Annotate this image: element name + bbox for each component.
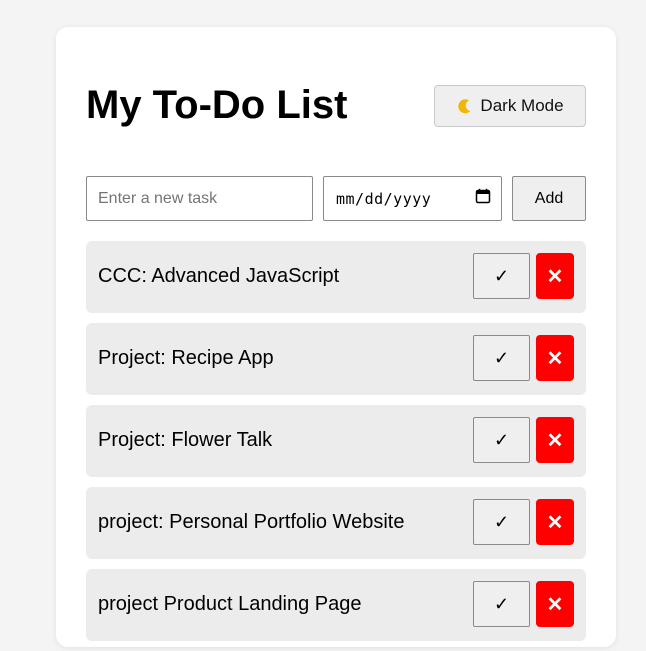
list-item: CCC: Advanced JavaScript ✓ ✕ [86,241,586,313]
task-list: CCC: Advanced JavaScript ✓ ✕ Project: Re… [86,241,586,651]
checkmark-icon: ✓ [493,265,510,286]
task-text: Project: Flower Talk [98,429,273,451]
task-input[interactable] [86,176,313,221]
close-icon: ✕ [546,347,564,370]
checkmark-icon: ✓ [493,593,510,614]
close-icon: ✕ [546,429,564,452]
complete-task-button[interactable]: ✓ [473,581,530,627]
task-text: CCC: Advanced JavaScript [98,265,340,287]
new-task-form: mm/dd/yyyy Add [86,176,586,221]
checkmark-icon: ✓ [493,429,510,450]
list-item: Project: Flower Talk ✓ ✕ [86,405,586,477]
list-item: project Product Landing Page ✓ ✕ [86,569,586,641]
checkmark-icon: ✓ [493,511,510,532]
close-icon: ✕ [546,511,564,534]
dark-mode-button[interactable]: Dark Mode [434,85,586,127]
due-date-input[interactable]: mm/dd/yyyy [323,176,502,221]
complete-task-button[interactable]: ✓ [473,499,530,545]
checkmark-icon: ✓ [493,347,510,368]
page-title: My To-Do List [86,83,348,127]
delete-task-button[interactable]: ✕ [536,581,574,627]
delete-task-button[interactable]: ✕ [536,253,574,299]
close-icon: ✕ [546,265,564,288]
crescent-moon-icon [456,97,474,115]
dark-mode-label: Dark Mode [480,96,564,115]
complete-task-button[interactable]: ✓ [473,417,530,463]
delete-task-button[interactable]: ✕ [536,499,574,545]
list-item: project: Personal Portfolio Website ✓ ✕ [86,487,586,559]
complete-task-button[interactable]: ✓ [473,335,530,381]
todo-card: My To-Do List Dark Mode mm/dd/yyyy [56,27,616,647]
close-icon: ✕ [546,593,564,616]
delete-task-button[interactable]: ✕ [536,335,574,381]
task-text: project: Personal Portfolio Website [98,511,405,533]
task-text: Project: Recipe App [98,347,274,369]
header: My To-Do List Dark Mode [86,83,586,127]
list-item: Project: Recipe App ✓ ✕ [86,323,586,395]
add-task-button[interactable]: Add [512,176,586,221]
delete-task-button[interactable]: ✕ [536,417,574,463]
complete-task-button[interactable]: ✓ [473,253,530,299]
task-text: project Product Landing Page [98,593,362,615]
date-placeholder: mm/dd/yyyy [336,189,432,208]
calendar-icon[interactable] [475,188,491,209]
